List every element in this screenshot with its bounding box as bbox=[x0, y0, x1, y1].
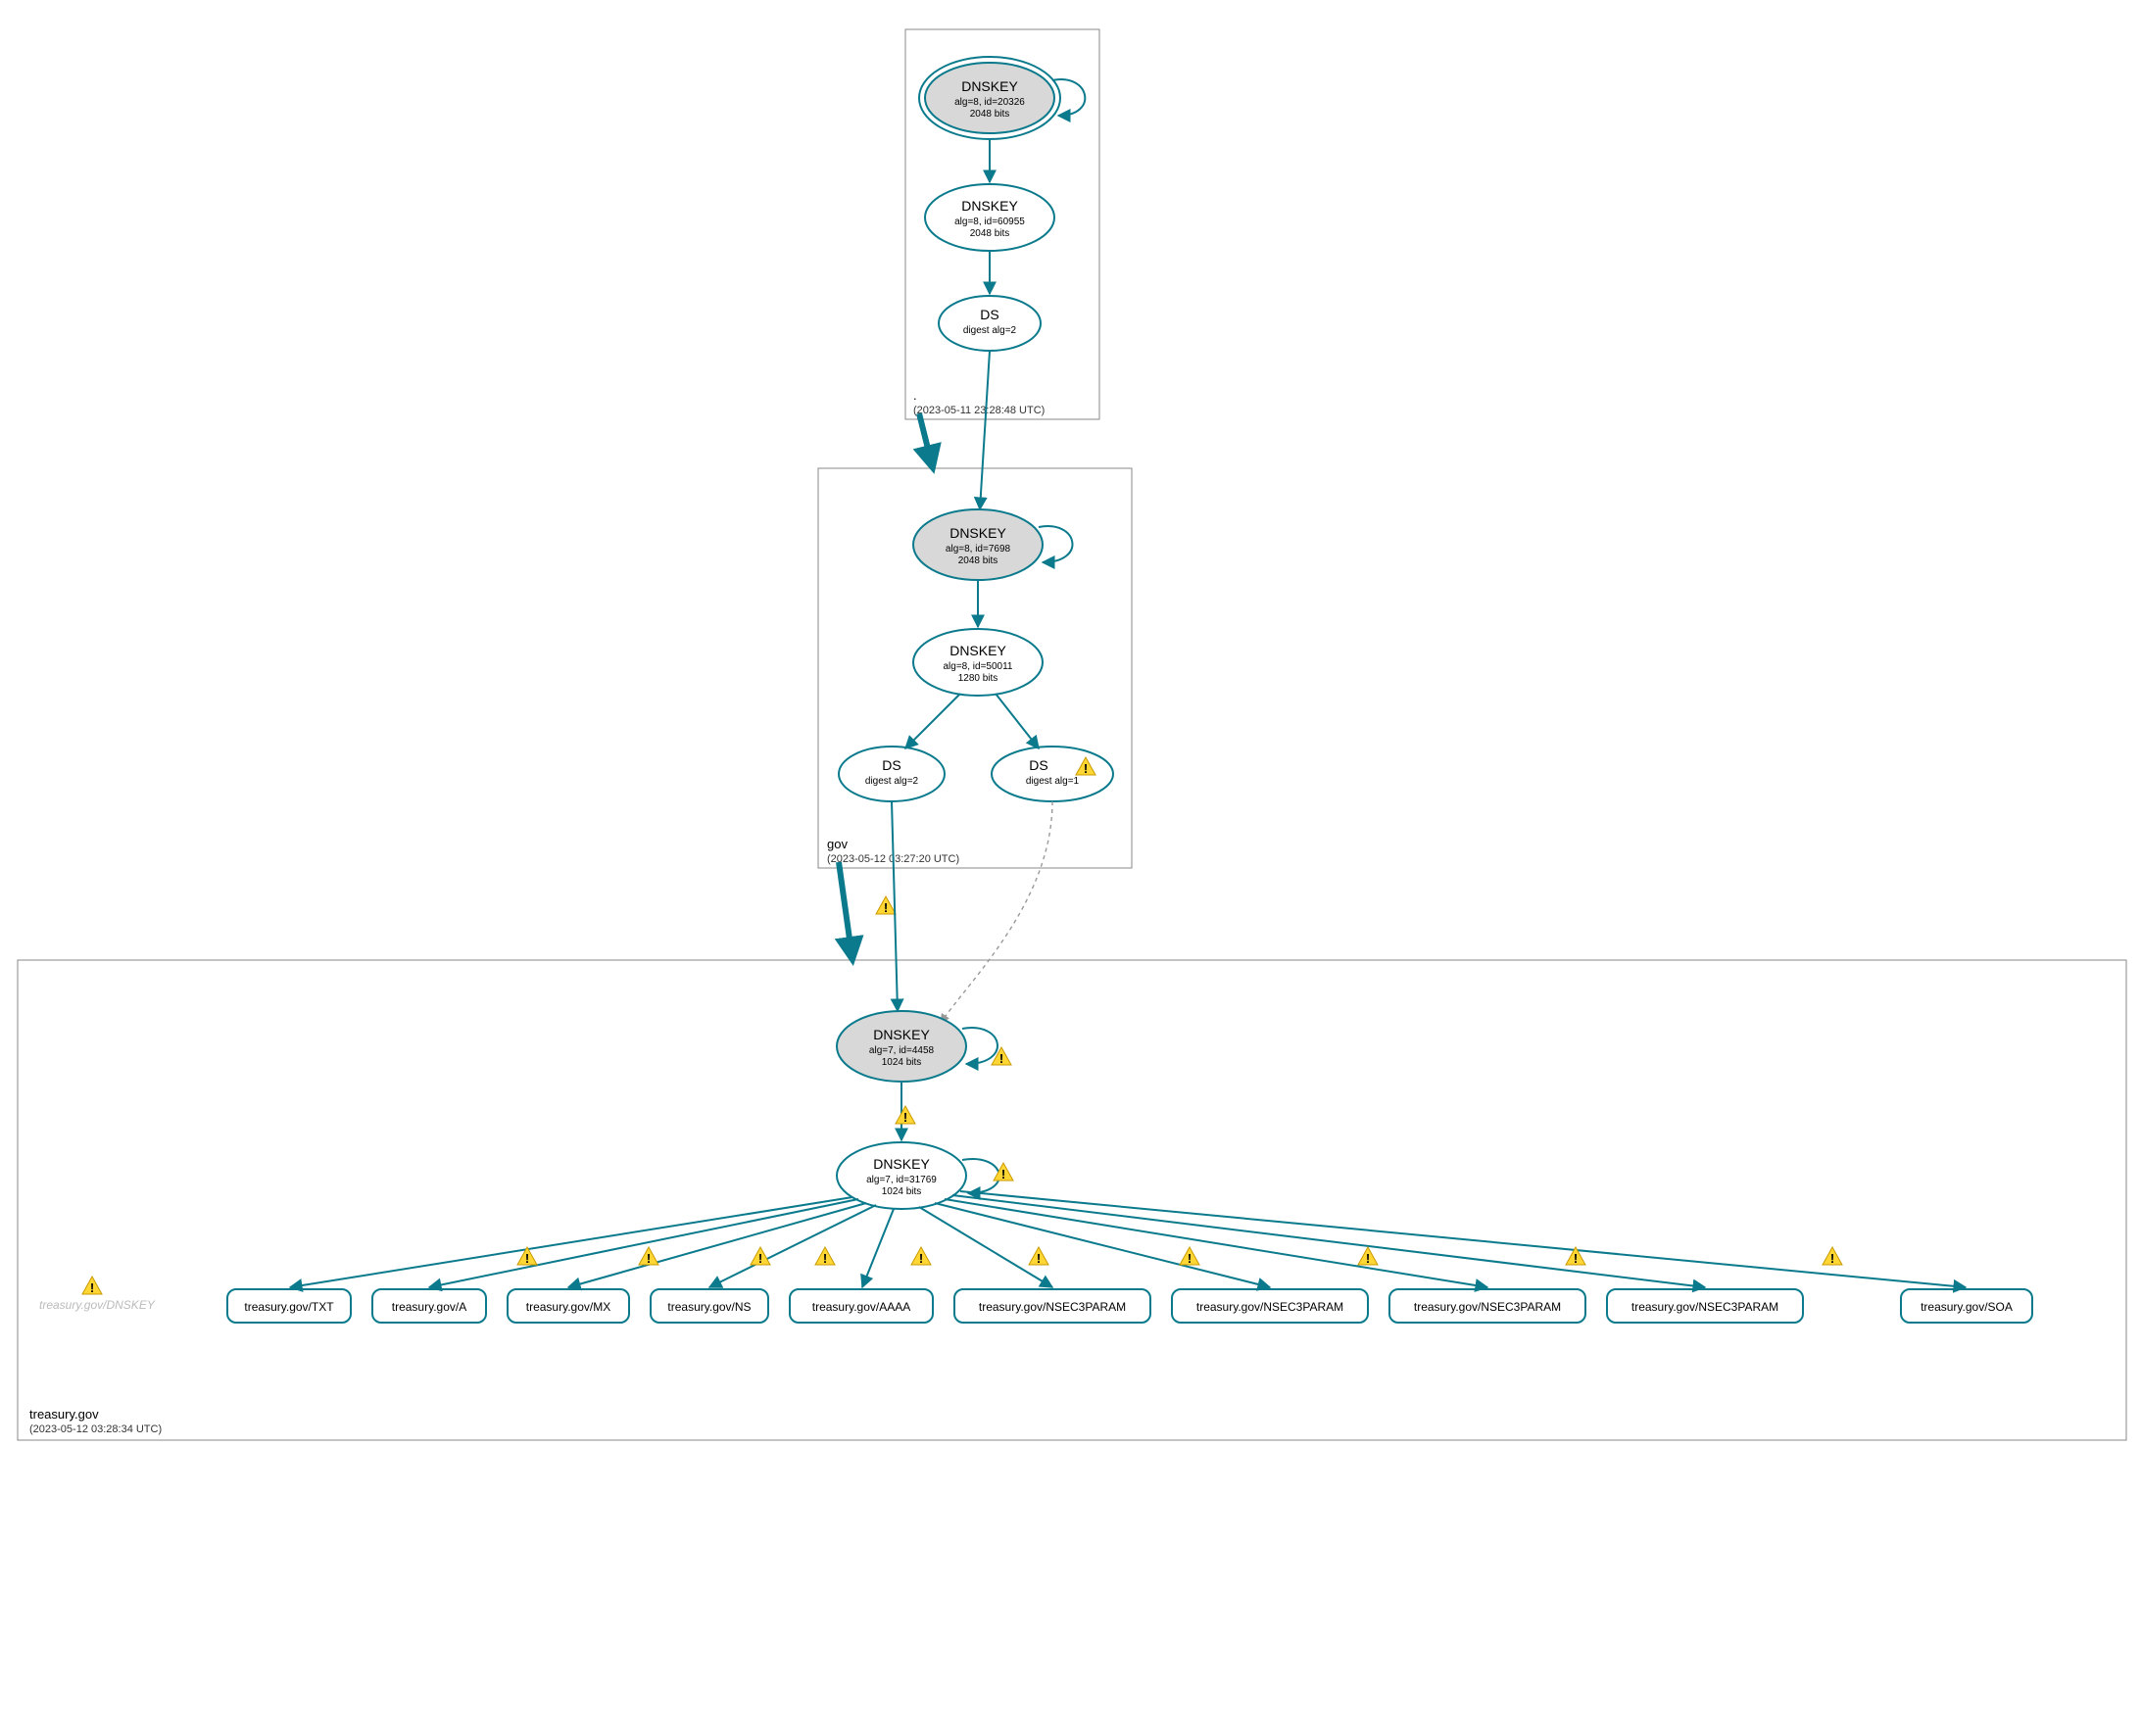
dnssec-graph: ! . (2023-05-11 23:28:48 UTC) gov (2023-… bbox=[0, 0, 2141, 1736]
warning-icon bbox=[1358, 1247, 1378, 1266]
svg-text:1024 bits: 1024 bits bbox=[882, 1186, 922, 1197]
svg-text:digest alg=1: digest alg=1 bbox=[1026, 776, 1080, 787]
rrset-r3[interactable]: treasury.gov/NS bbox=[651, 1289, 768, 1323]
node-tg-ksk[interactable]: DNSKEY alg=7, id=4458 1024 bits bbox=[837, 1011, 966, 1082]
edge-zsk-r5 bbox=[919, 1207, 1052, 1287]
warning-icon bbox=[815, 1247, 835, 1266]
svg-text:treasury.gov/MX: treasury.gov/MX bbox=[526, 1300, 610, 1314]
warning-icon bbox=[876, 896, 896, 915]
warning-icon bbox=[1029, 1247, 1048, 1266]
svg-text:DS: DS bbox=[980, 307, 998, 322]
svg-text:treasury.gov/A: treasury.gov/A bbox=[392, 1300, 466, 1314]
zone-treasury-label: treasury.gov bbox=[29, 1407, 99, 1422]
svg-text:treasury.gov/NS: treasury.gov/NS bbox=[667, 1300, 751, 1314]
svg-text:2048 bits: 2048 bits bbox=[970, 109, 1010, 120]
zone-gov-label: gov bbox=[827, 837, 848, 851]
warning-icon bbox=[1180, 1247, 1199, 1266]
zone-root-label: . bbox=[913, 388, 917, 403]
node-gov-ds2[interactable]: DS digest alg=1 bbox=[992, 747, 1113, 801]
warning-icon bbox=[911, 1247, 931, 1266]
svg-text:2048 bits: 2048 bits bbox=[958, 555, 998, 566]
node-root-ksk[interactable]: DNSKEY alg=8, id=20326 2048 bits bbox=[919, 57, 1060, 139]
svg-text:digest alg=2: digest alg=2 bbox=[865, 776, 919, 787]
self-loop-gov-ksk bbox=[1039, 526, 1072, 562]
warning-icon bbox=[639, 1247, 658, 1266]
greyed-dnskey-label: treasury.gov/DNSKEY bbox=[39, 1298, 156, 1312]
warning-icon bbox=[994, 1163, 1013, 1181]
self-loop-tg-zsk bbox=[962, 1159, 999, 1193]
svg-text:treasury.gov/NSEC3PARAM: treasury.gov/NSEC3PARAM bbox=[1414, 1300, 1561, 1314]
svg-text:alg=8, id=7698: alg=8, id=7698 bbox=[946, 544, 1011, 555]
delegation-gov-treasury bbox=[839, 862, 852, 960]
svg-text:DNSKEY: DNSKEY bbox=[873, 1027, 930, 1042]
svg-text:digest alg=2: digest alg=2 bbox=[963, 325, 1017, 336]
rrset-r7[interactable]: treasury.gov/NSEC3PARAM bbox=[1389, 1289, 1585, 1323]
node-root-zsk[interactable]: DNSKEY alg=8, id=60955 2048 bits bbox=[925, 184, 1054, 251]
node-gov-ksk[interactable]: DNSKEY alg=8, id=7698 2048 bits bbox=[913, 509, 1043, 580]
edge-rootds-govksk bbox=[980, 351, 990, 509]
edge-zsk-r1 bbox=[429, 1199, 858, 1287]
edge-govzsk-ds2 bbox=[996, 694, 1039, 748]
edge-zsk-r9 bbox=[960, 1191, 1966, 1287]
svg-text:1280 bits: 1280 bits bbox=[958, 673, 998, 684]
zone-treasury-date: (2023-05-12 03:28:34 UTC) bbox=[29, 1423, 162, 1435]
rrset-r8[interactable]: treasury.gov/NSEC3PARAM bbox=[1607, 1289, 1803, 1323]
edge-zsk-r8 bbox=[952, 1195, 1705, 1287]
svg-text:DNSKEY: DNSKEY bbox=[949, 525, 1006, 541]
rrset-r5[interactable]: treasury.gov/NSEC3PARAM bbox=[954, 1289, 1150, 1323]
svg-text:1024 bits: 1024 bits bbox=[882, 1057, 922, 1068]
node-gov-ds1[interactable]: DS digest alg=2 bbox=[839, 747, 945, 801]
svg-text:DNSKEY: DNSKEY bbox=[961, 198, 1018, 214]
svg-text:DNSKEY: DNSKEY bbox=[873, 1156, 930, 1172]
delegation-root-gov bbox=[919, 413, 933, 468]
warning-icon bbox=[751, 1247, 770, 1266]
rrset-r9[interactable]: treasury.gov/SOA bbox=[1901, 1289, 2032, 1323]
zone-root-date: (2023-05-11 23:28:48 UTC) bbox=[913, 405, 1045, 416]
svg-text:2048 bits: 2048 bits bbox=[970, 228, 1010, 239]
edge-ds1-tgksk bbox=[892, 801, 898, 1011]
svg-text:alg=8, id=20326: alg=8, id=20326 bbox=[954, 97, 1025, 108]
svg-text:DS: DS bbox=[882, 757, 900, 773]
rrset-r4[interactable]: treasury.gov/AAAA bbox=[790, 1289, 933, 1323]
svg-text:alg=7, id=31769: alg=7, id=31769 bbox=[866, 1175, 937, 1185]
warning-icon bbox=[82, 1277, 102, 1295]
svg-text:treasury.gov/TXT: treasury.gov/TXT bbox=[244, 1300, 334, 1314]
rrset-r0[interactable]: treasury.gov/TXT bbox=[227, 1289, 351, 1323]
svg-text:treasury.gov/NSEC3PARAM: treasury.gov/NSEC3PARAM bbox=[1196, 1300, 1343, 1314]
rrset-r6[interactable]: treasury.gov/NSEC3PARAM bbox=[1172, 1289, 1368, 1323]
svg-text:treasury.gov/SOA: treasury.gov/SOA bbox=[1921, 1300, 2013, 1314]
svg-text:treasury.gov/NSEC3PARAM: treasury.gov/NSEC3PARAM bbox=[979, 1300, 1126, 1314]
edge-govzsk-ds1 bbox=[905, 694, 960, 748]
self-loop-tg-ksk bbox=[962, 1028, 998, 1064]
svg-text:treasury.gov/AAAA: treasury.gov/AAAA bbox=[812, 1300, 911, 1314]
rrset-r1[interactable]: treasury.gov/A bbox=[372, 1289, 486, 1323]
edge-ds2-tgksk-dashed bbox=[941, 801, 1052, 1023]
svg-text:DNSKEY: DNSKEY bbox=[961, 78, 1018, 94]
svg-text:alg=8, id=60955: alg=8, id=60955 bbox=[954, 217, 1025, 227]
node-root-ds[interactable]: DS digest alg=2 bbox=[939, 296, 1041, 351]
warning-icon bbox=[992, 1047, 1011, 1066]
warning-icon bbox=[896, 1106, 915, 1125]
svg-text:alg=7, id=4458: alg=7, id=4458 bbox=[869, 1045, 935, 1056]
svg-text:treasury.gov/NSEC3PARAM: treasury.gov/NSEC3PARAM bbox=[1631, 1300, 1778, 1314]
svg-text:alg=8, id=50011: alg=8, id=50011 bbox=[944, 661, 1013, 672]
svg-text:DNSKEY: DNSKEY bbox=[949, 643, 1006, 658]
svg-text:DS: DS bbox=[1029, 757, 1047, 773]
edge-zsk-r3 bbox=[709, 1205, 876, 1287]
edge-zsk-r0 bbox=[290, 1197, 852, 1287]
node-gov-zsk[interactable]: DNSKEY alg=8, id=50011 1280 bits bbox=[913, 629, 1043, 696]
warning-icon bbox=[1823, 1247, 1842, 1266]
edge-zsk-r2 bbox=[568, 1203, 866, 1287]
edge-zsk-r4 bbox=[862, 1209, 894, 1287]
zone-treasury bbox=[18, 960, 2126, 1440]
rrset-r2[interactable]: treasury.gov/MX bbox=[508, 1289, 629, 1323]
